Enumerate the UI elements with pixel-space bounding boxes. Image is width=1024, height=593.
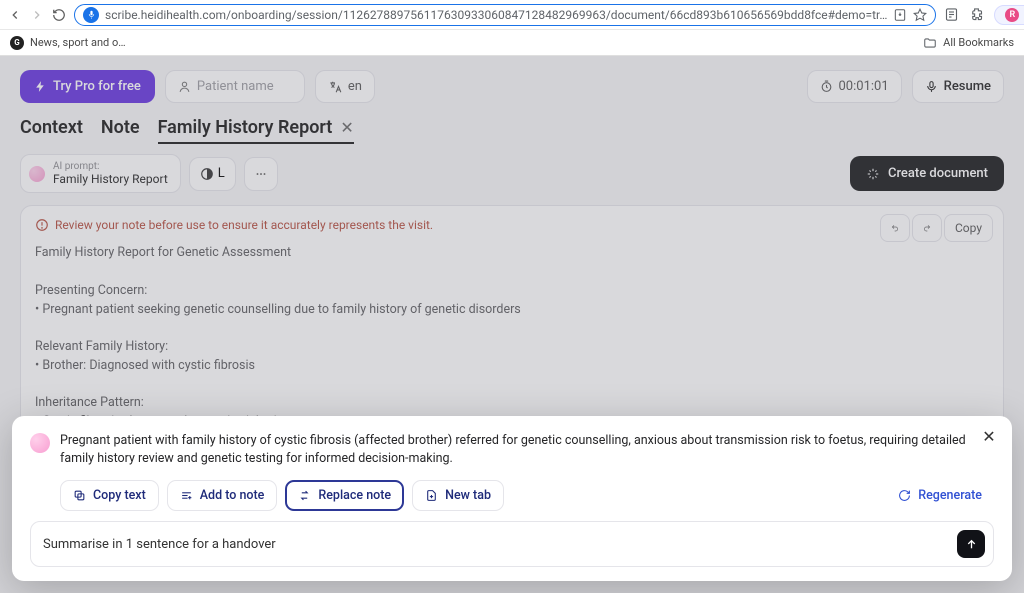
resume-button[interactable]: Resume: [912, 70, 1004, 103]
add-lines-icon: [180, 489, 193, 502]
stopwatch-icon: [820, 80, 833, 93]
create-document-button[interactable]: Create document: [850, 156, 1004, 191]
undo-button[interactable]: [880, 214, 910, 242]
ai-summary-text: Pregnant patient with family history of …: [60, 432, 970, 468]
followup-input-wrap: [30, 521, 994, 567]
bookmark-favicon: G: [10, 36, 24, 50]
copy-icon: [73, 489, 86, 502]
refresh-icon: [898, 489, 911, 502]
forward-button[interactable]: [30, 5, 44, 25]
arrow-up-icon: [965, 538, 978, 551]
url-text: scribe.heidihealth.com/onboarding/sessio…: [105, 8, 887, 22]
replace-note-label: Replace note: [318, 488, 391, 503]
language-label: en: [348, 79, 362, 94]
try-pro-button[interactable]: Try Pro for free: [20, 70, 155, 103]
tab-label: Family History Report: [158, 117, 333, 138]
undo-icon: [891, 221, 899, 235]
all-bookmarks-label: All Bookmarks: [943, 36, 1014, 49]
replace-note-button[interactable]: Replace note: [285, 480, 404, 511]
tone-letter: L: [218, 166, 225, 181]
patient-placeholder: Patient name: [197, 79, 274, 94]
redo-icon: [923, 221, 931, 235]
browser-toolbar: scribe.heidihealth.com/onboarding/sessio…: [0, 0, 1024, 30]
bookmark-star-icon[interactable]: [913, 8, 927, 22]
bookmark-item[interactable]: G News, sport and o…: [10, 36, 126, 50]
mic-icon: [925, 80, 938, 93]
regenerate-button[interactable]: Regenerate: [886, 481, 994, 510]
tone-toggle[interactable]: L: [189, 157, 236, 191]
followup-input[interactable]: [43, 537, 949, 552]
timer-display: 00:01:01: [807, 70, 902, 103]
ai-prompt-label: AI prompt:: [53, 161, 168, 173]
timer-value: 00:01:01: [839, 79, 889, 94]
more-options-button[interactable]: [244, 157, 278, 191]
send-button[interactable]: [957, 530, 985, 558]
reload-button[interactable]: [52, 5, 66, 25]
person-icon: [178, 80, 191, 93]
back-button[interactable]: [8, 5, 22, 25]
site-info-icon[interactable]: [83, 7, 99, 23]
close-tab-icon[interactable]: ✕: [340, 118, 353, 137]
create-document-label: Create document: [888, 166, 988, 181]
new-tab-label: New tab: [445, 488, 491, 503]
reader-icon[interactable]: [944, 7, 959, 22]
install-app-icon[interactable]: [893, 8, 907, 22]
tab-note[interactable]: Note: [101, 117, 140, 144]
translate-icon: [328, 80, 342, 94]
sparkle-icon: [866, 167, 880, 181]
warning-icon: [35, 218, 49, 232]
bookmarks-bar: G News, sport and o… All Bookmarks: [0, 30, 1024, 56]
close-panel-button[interactable]: ✕: [978, 426, 1000, 448]
redo-button[interactable]: [912, 214, 942, 242]
copy-doc-button[interactable]: Copy: [944, 214, 993, 242]
extensions-icon[interactable]: [969, 7, 984, 22]
address-bar[interactable]: scribe.heidihealth.com/onboarding/sessio…: [74, 4, 936, 26]
ai-avatar-icon: [29, 166, 45, 182]
resume-label: Resume: [944, 79, 991, 94]
dots-icon: [254, 167, 268, 181]
swap-icon: [298, 489, 311, 502]
add-to-note-label: Add to note: [200, 488, 265, 503]
copy-text-label: Copy text: [93, 488, 146, 503]
ai-prompt-chip[interactable]: AI prompt: Family History Report: [20, 154, 181, 193]
regenerate-label: Regenerate: [918, 488, 982, 503]
profile-paused-badge[interactable]: R Paused: [994, 5, 1024, 25]
add-to-note-button[interactable]: Add to note: [167, 480, 278, 511]
copy-text-button[interactable]: Copy text: [60, 480, 159, 511]
patient-name-input[interactable]: Patient name: [165, 70, 305, 103]
contrast-icon: [200, 167, 214, 181]
warning-text: Review your note before use to ensure it…: [55, 218, 433, 232]
tab-family-history-report[interactable]: Family History Report ✕: [158, 117, 354, 144]
review-warning: Review your note before use to ensure it…: [35, 218, 989, 232]
lightning-icon: [34, 80, 47, 93]
tab-context[interactable]: Context: [20, 117, 83, 144]
secondary-toolbar: AI prompt: Family History Report L Creat…: [0, 154, 1024, 205]
bookmark-label: News, sport and o…: [30, 36, 126, 49]
ai-response-panel: ✕ Pregnant patient with family history o…: [12, 416, 1012, 581]
new-tab-button[interactable]: New tab: [412, 480, 504, 511]
language-select[interactable]: en: [315, 70, 375, 103]
document-tabs: Context Note Family History Report ✕: [0, 117, 1024, 154]
try-pro-label: Try Pro for free: [53, 79, 141, 94]
all-bookmarks-button[interactable]: All Bookmarks: [923, 36, 1014, 50]
file-plus-icon: [425, 489, 438, 502]
copy-doc-label: Copy: [955, 221, 982, 235]
ai-avatar-icon: [30, 433, 50, 453]
profile-avatar: R: [1005, 8, 1019, 22]
ai-prompt-value: Family History Report: [53, 173, 168, 187]
app-header: Try Pro for free Patient name en 00:01:0…: [0, 56, 1024, 117]
